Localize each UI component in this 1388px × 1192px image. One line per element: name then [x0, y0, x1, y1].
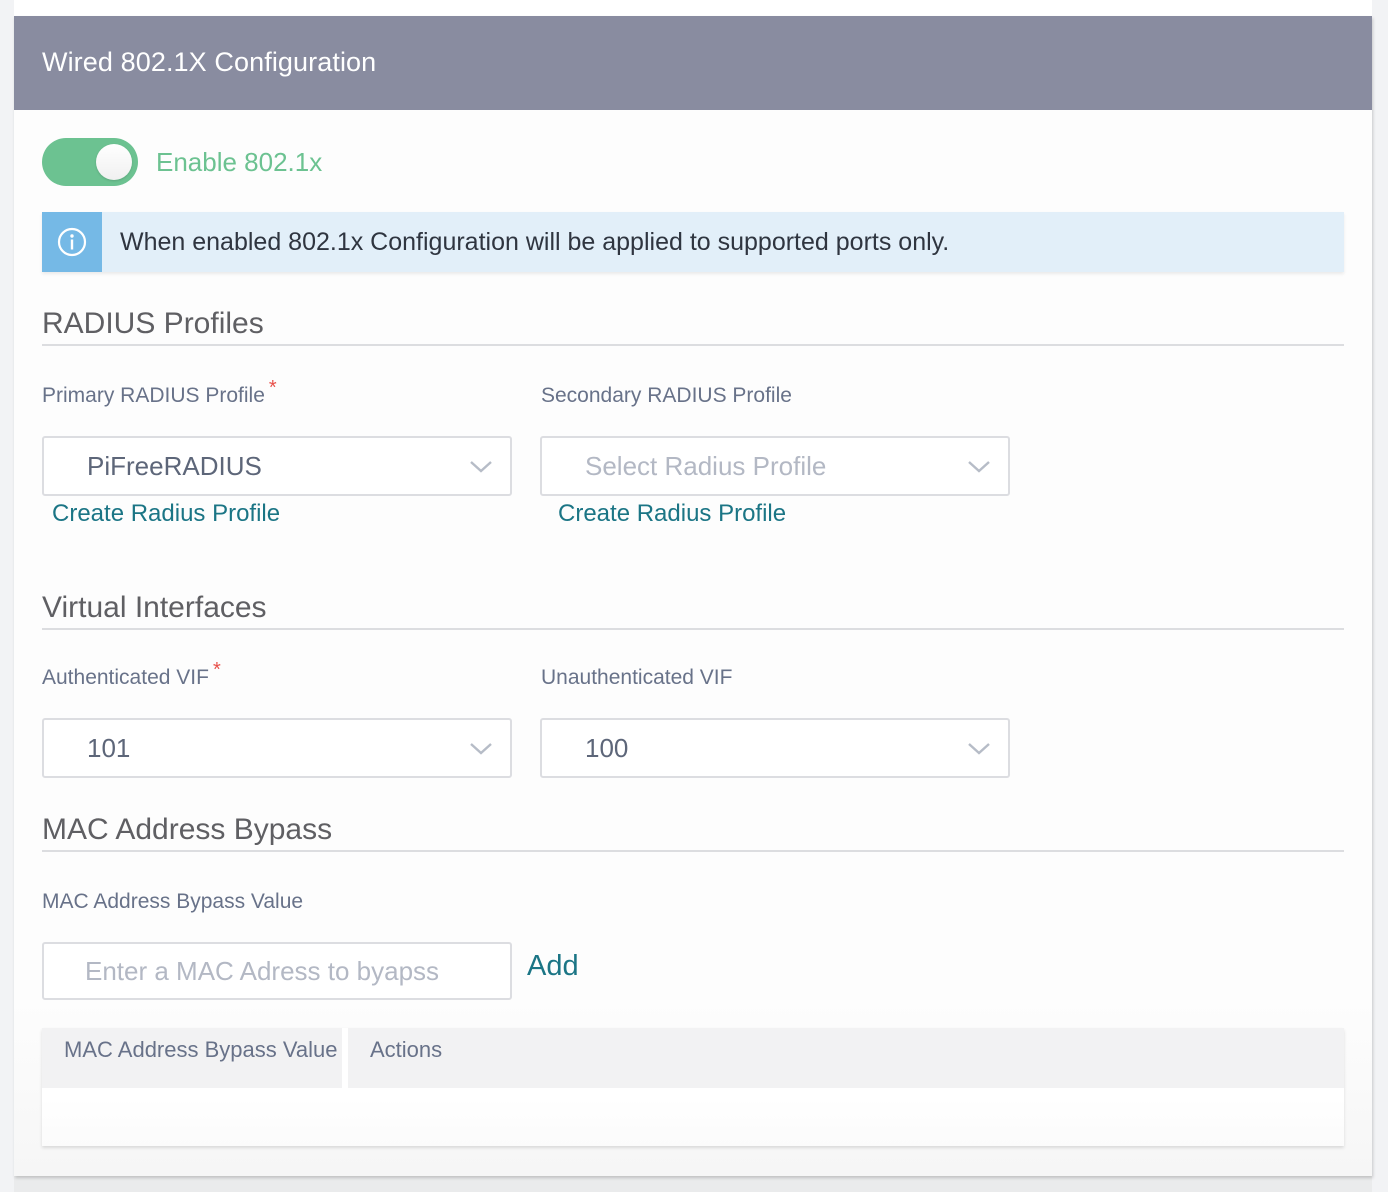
info-icon — [57, 227, 87, 257]
enable-8021x-toggle[interactable] — [42, 138, 138, 186]
primary-radius-value: PiFreeRADIUS — [87, 451, 262, 481]
primary-radius-select[interactable]: PiFreeRADIUS — [42, 436, 512, 496]
panel-title: Wired 802.1X Configuration — [42, 47, 377, 77]
secondary-radius-placeholder: Select Radius Profile — [585, 451, 827, 481]
info-banner: When enabled 802.1x Configuration will b… — [42, 212, 1344, 272]
create-primary-radius-link[interactable]: Create Radius Profile — [52, 499, 280, 529]
page-top-area — [0, 0, 1388, 16]
unauthenticated-vif-label: Unauthenticated VIF — [541, 666, 733, 689]
toggle-knob — [96, 144, 132, 180]
mac-bypass-table: MAC Address Bypass Value Actions — [42, 1028, 1344, 1146]
secondary-radius-select[interactable]: Select Radius Profile — [540, 436, 1010, 496]
unauthenticated-vif-select[interactable]: 100 — [540, 718, 1010, 778]
secondary-radius-label: Secondary RADIUS Profile — [541, 384, 792, 407]
column-header-mac-value[interactable]: MAC Address Bypass Value — [42, 1028, 342, 1088]
page-scroll-gutter — [1372, 0, 1388, 1192]
primary-radius-label: Primary RADIUS Profile * — [42, 377, 277, 409]
column-header-actions[interactable]: Actions — [348, 1028, 1344, 1088]
unauthenticated-vif-value: 100 — [585, 733, 629, 763]
authenticated-vif-label-text: Authenticated VIF — [42, 666, 209, 689]
mac-address-input[interactable] — [42, 942, 512, 1000]
virtual-interfaces-heading: Virtual Interfaces — [42, 591, 267, 624]
info-banner-text: When enabled 802.1x Configuration will b… — [120, 228, 950, 256]
create-secondary-radius-link[interactable]: Create Radius Profile — [558, 499, 786, 529]
required-indicator: * — [212, 659, 221, 681]
info-icon-container — [42, 212, 102, 272]
page-left-margin — [0, 0, 14, 1192]
primary-radius-label-text: Primary RADIUS Profile — [42, 384, 265, 407]
mac-bypass-value-label: MAC Address Bypass Value — [42, 890, 304, 913]
mac-bypass-heading: MAC Address Bypass — [42, 813, 333, 846]
radius-profiles-divider — [42, 344, 1344, 346]
chevron-down-icon — [470, 461, 492, 473]
panel-header: Wired 802.1X Configuration — [14, 16, 1372, 110]
chevron-down-icon — [470, 743, 492, 755]
mac-bypass-divider — [42, 850, 1344, 852]
authenticated-vif-value: 101 — [87, 733, 131, 763]
chevron-down-icon — [968, 743, 990, 755]
authenticated-vif-select[interactable]: 101 — [42, 718, 512, 778]
authenticated-vif-label: Authenticated VIF * — [42, 659, 221, 691]
virtual-interfaces-divider — [42, 628, 1344, 630]
chevron-down-icon — [968, 461, 990, 473]
radius-profiles-heading: RADIUS Profiles — [42, 307, 264, 340]
add-mac-button[interactable]: Add — [527, 948, 579, 984]
wired-8021x-panel: Wired 802.1X Configuration Enable 802.1x… — [14, 16, 1372, 1176]
required-indicator: * — [268, 377, 277, 399]
enable-8021x-label[interactable]: Enable 802.1x — [156, 146, 322, 178]
